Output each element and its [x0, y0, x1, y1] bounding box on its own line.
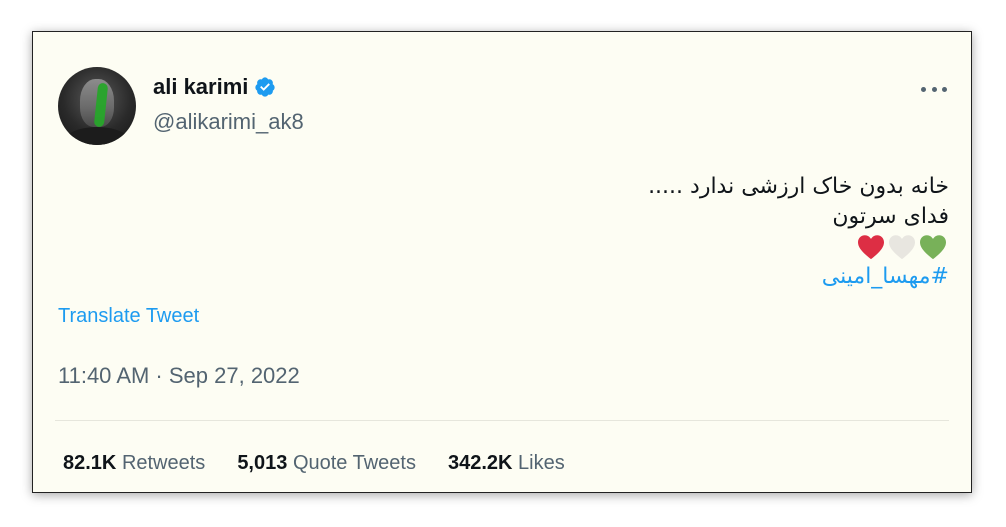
- author-name-row: ali karimi: [153, 74, 276, 100]
- quote-tweets-label: Quote Tweets: [292, 452, 416, 474]
- translate-tweet-link[interactable]: Translate Tweet: [58, 305, 199, 328]
- tweet-timestamp[interactable]: 11:40 AM · Sep 27, 2022: [58, 363, 300, 389]
- tweet-text: خانه بدون خاک ارزشی ندارد ..... فدای سرت…: [349, 172, 949, 292]
- dot: [942, 86, 947, 92]
- likes-label: Likes: [518, 452, 565, 474]
- emoji-hearts: [349, 232, 947, 262]
- retweets-stat[interactable]: 82.1K Retweets: [63, 452, 205, 475]
- tweet-text-line: خانه بدون خاک ارزشی ندارد .....: [648, 174, 949, 199]
- quote-tweets-stat[interactable]: 5,013 Quote Tweets: [237, 452, 416, 475]
- green-heart-icon: [920, 235, 946, 260]
- likes-stat[interactable]: 342.2K Likes: [448, 452, 565, 475]
- divider: [55, 420, 949, 421]
- avatar-shoulders: [64, 127, 130, 145]
- author-handle[interactable]: @alikarimi_ak8: [153, 109, 304, 135]
- verified-badge-icon: [255, 77, 276, 97]
- retweets-count: 82.1K: [63, 452, 117, 474]
- hashtag-link[interactable]: #مهسا_امینی: [349, 262, 949, 292]
- retweets-label: Retweets: [121, 452, 206, 474]
- avatar[interactable]: [58, 67, 136, 145]
- tweet-card: ali karimi @alikarimi_ak8 خانه بدون خاک …: [32, 31, 972, 493]
- quote-tweets-count: 5,013: [237, 452, 288, 474]
- dot: [931, 86, 937, 92]
- author-display-name[interactable]: ali karimi: [153, 74, 248, 100]
- likes-count: 342.2K: [447, 452, 513, 474]
- dot: [921, 86, 926, 92]
- tweet-text-line: فدای سرتون: [832, 204, 949, 229]
- more-options-icon[interactable]: [921, 79, 947, 99]
- white-heart-icon: [889, 235, 915, 260]
- red-heart-icon: [858, 235, 884, 260]
- tweet-stats: 82.1K Retweets 5,013 Quote Tweets 342.2K…: [63, 452, 565, 475]
